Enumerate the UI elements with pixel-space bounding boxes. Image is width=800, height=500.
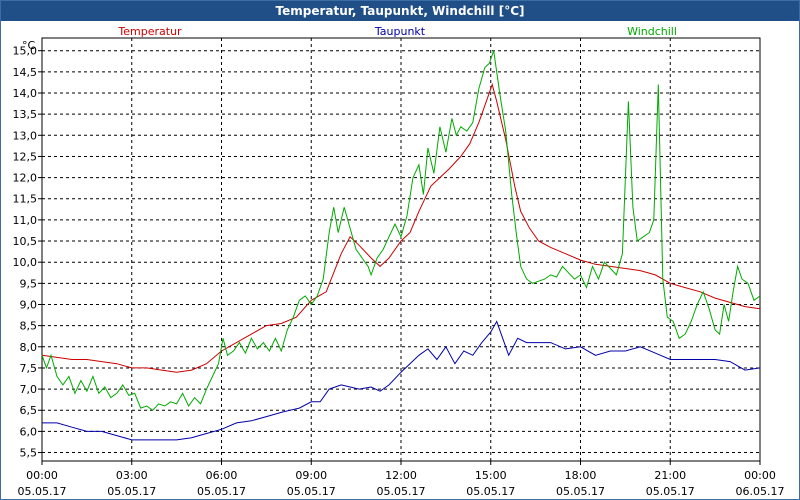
legend-temperatur: Temperatur bbox=[117, 25, 182, 38]
y-tick-label: 14,5 bbox=[13, 66, 38, 79]
line-chart: °C 5,5 6,0 6,5 7,0 7,5 8,0 8,5 9,0 9,5 10,0 10,5 11… bbox=[13, 25, 785, 498]
y-tick-label: 7,5 bbox=[20, 362, 38, 375]
y-tick-label: 13,0 bbox=[13, 129, 38, 142]
x-tick-date: 05.05.17 bbox=[18, 485, 67, 498]
y-tick-label: 6,0 bbox=[20, 425, 38, 438]
y-tick-label: 11,0 bbox=[13, 214, 38, 227]
x-tick-date: 05.05.17 bbox=[107, 485, 156, 498]
legend-windchill: Windchill bbox=[627, 25, 677, 38]
x-tick-date: 05.05.17 bbox=[556, 485, 605, 498]
y-tick-labels: 5,5 6,0 6,5 7,0 7,5 8,0 8,5 9,0 9,5 10,0 10,5 11,0 1… bbox=[13, 45, 38, 460]
y-tick-label: 14,0 bbox=[13, 87, 38, 100]
y-tick-label: 15,0 bbox=[13, 45, 38, 58]
x-tick-time: 00:00 bbox=[26, 469, 58, 482]
y-tick-label: 12,0 bbox=[13, 172, 38, 185]
y-tick-label: 5,5 bbox=[20, 447, 38, 460]
series-line-temperatur bbox=[41, 82, 761, 373]
x-tick-time: 09:00 bbox=[295, 469, 327, 482]
x-tick-time: 03:00 bbox=[116, 469, 148, 482]
x-tick-date: 05.05.17 bbox=[197, 485, 246, 498]
x-tick-time: 15:00 bbox=[475, 469, 507, 482]
y-tick-label: 7,0 bbox=[20, 383, 38, 396]
x-tick-date: 05.05.17 bbox=[466, 485, 515, 498]
x-tick-time: 21:00 bbox=[654, 469, 686, 482]
y-tick-label: 9,0 bbox=[20, 298, 38, 311]
y-tick-label: 10,0 bbox=[13, 256, 38, 269]
y-tick-label: 13,5 bbox=[13, 108, 38, 121]
x-tick-date: 05.05.17 bbox=[377, 485, 426, 498]
y-tick-label: 11,5 bbox=[13, 193, 38, 206]
x-tick-time: 06:00 bbox=[206, 469, 238, 482]
legend: Temperatur Taupunkt Windchill bbox=[117, 25, 677, 38]
axes: °C bbox=[22, 37, 761, 465]
x-tick-date: 06.05.17 bbox=[736, 485, 785, 498]
x-tick-date: 05.05.17 bbox=[287, 485, 336, 498]
y-tick-label: 9,5 bbox=[20, 277, 38, 290]
y-tick-label: 8,0 bbox=[20, 341, 38, 354]
x-tick-time: 12:00 bbox=[385, 469, 417, 482]
x-tick-time: 18:00 bbox=[565, 469, 597, 482]
legend-taupunkt: Taupunkt bbox=[374, 25, 426, 38]
x-tick-date: 05.05.17 bbox=[646, 485, 695, 498]
y-tick-label: 6,5 bbox=[20, 404, 38, 417]
y-tick-label: 8,5 bbox=[20, 320, 38, 333]
y-tick-label: 10,5 bbox=[13, 235, 38, 248]
y-tick-label: 12,5 bbox=[13, 150, 38, 163]
grid bbox=[42, 38, 760, 461]
x-tick-labels: 00:00 05.05.17 03:00 05.05.17 06:00 05.05.17 0… bbox=[18, 469, 785, 498]
x-tick-time: 00:00 bbox=[744, 469, 776, 482]
